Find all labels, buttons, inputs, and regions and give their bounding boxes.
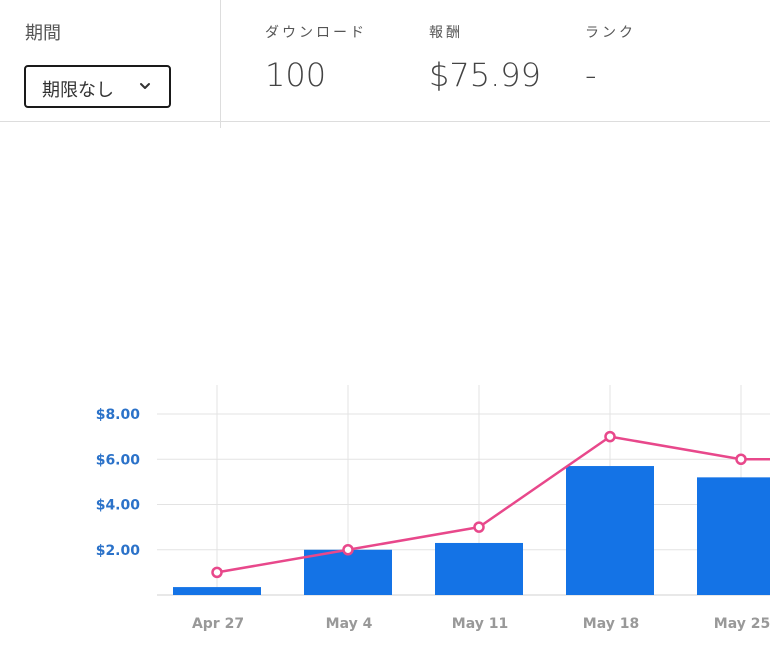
line-point <box>473 521 485 533</box>
earnings-chart: $2.00 $4.00 $6.00 $8.00 Apr 27 May 4 May 11 May… <box>96 385 770 632</box>
bar <box>566 466 654 595</box>
bar <box>435 542 523 595</box>
x-tick-label: May 18 <box>583 616 639 632</box>
y-tick-label: $6.00 <box>96 452 141 468</box>
x-tick-label: May 25 <box>714 616 770 632</box>
x-tick-label: May 11 <box>452 616 508 632</box>
y-tick-label: $4.00 <box>96 498 141 514</box>
bar <box>697 477 770 595</box>
x-tick-label: May 4 <box>326 616 373 632</box>
line-point <box>211 566 223 579</box>
x-tick-label: Apr 27 <box>192 616 244 632</box>
line-point <box>342 544 354 556</box>
y-tick-label: $2.00 <box>96 543 141 559</box>
bar <box>304 549 392 595</box>
bar <box>173 587 261 595</box>
line-point <box>735 453 747 465</box>
line-point <box>604 430 616 443</box>
y-tick-label: $8.00 <box>96 407 141 423</box>
